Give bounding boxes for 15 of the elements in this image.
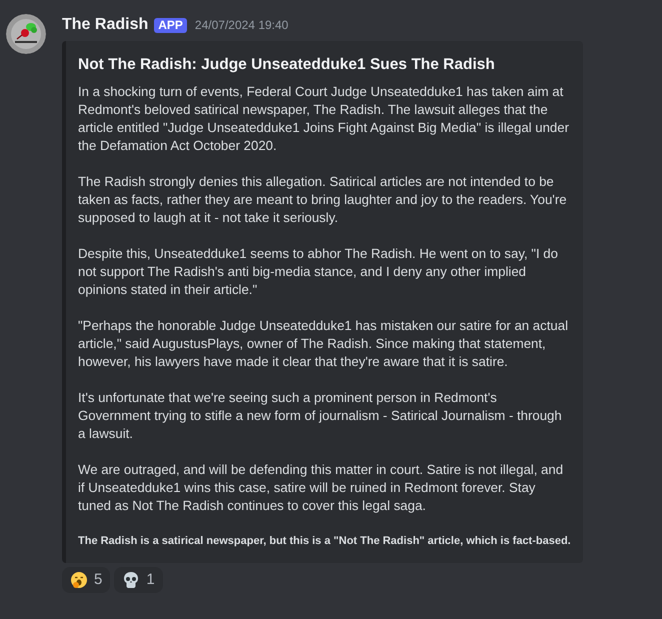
embed-paragraph: In a shocking turn of events, Federal Court Judge Unseatedduke1 has taken aim at Redmont's beloved satirical newspaper, The Radish. The lawsuit alleges that the article entitled "Judge Unseatedduke1 Joins Fight Against Big Media" is illegal under the Defamation Act October 2020. xyxy=(78,83,570,155)
author-name[interactable]: The Radish xyxy=(62,15,148,35)
embed-paragraph: "Perhaps the honorable Judge Unseatedduke1 has mistaken our satire for an actual article," said AugustusPlays, owner of The Radish. Since making that statement, however, his lawyers have made it clear that they're aware that it is satire. xyxy=(78,317,569,371)
embed-footer: The Radish is a satirical newspaper, but this is a "Not The Radish" article, which is fact-based. xyxy=(78,533,571,549)
reaction-button[interactable]: 5 xyxy=(62,567,110,593)
skull-icon xyxy=(122,571,140,589)
timestamp: 24/07/2024 19:40 xyxy=(194,17,288,34)
embed-paragraph: The Radish strongly denies this allegation. Satirical articles are not intended to be taken as facts, rather they are meant to bring laughter and joy to the readers. You're supposed to laugh at it - not take it seriously. xyxy=(78,173,568,227)
app-tag: APP xyxy=(154,18,187,32)
embed-paragraph: We are outraged, and will be defending this matter in court. Satire is not illegal, and if Unseatedduke1 wins this case, satire will be ruined in Redmont forever. Stay tuned as Not The Radish continues to cover this legal saga. xyxy=(78,461,564,515)
reaction-button[interactable]: 1 xyxy=(114,567,163,593)
yawning-face-icon xyxy=(70,571,88,589)
embed-paragraph: Despite this, Unseatedduke1 seems to abhor The Radish. He went on to say, "I do not support The Radish's anti big-media stance, and I deny any other implied opinions stated in their article." xyxy=(78,245,559,299)
embed-paragraph: It's unfortunate that we're seeing such a prominent person in Redmont's Government trying to stifle a new form of journalism - Satirical Journalism - through a lawsuit. xyxy=(78,389,563,443)
embed-title: Not The Radish: Judge Unseatedduke1 Sues The Radish xyxy=(78,55,496,75)
